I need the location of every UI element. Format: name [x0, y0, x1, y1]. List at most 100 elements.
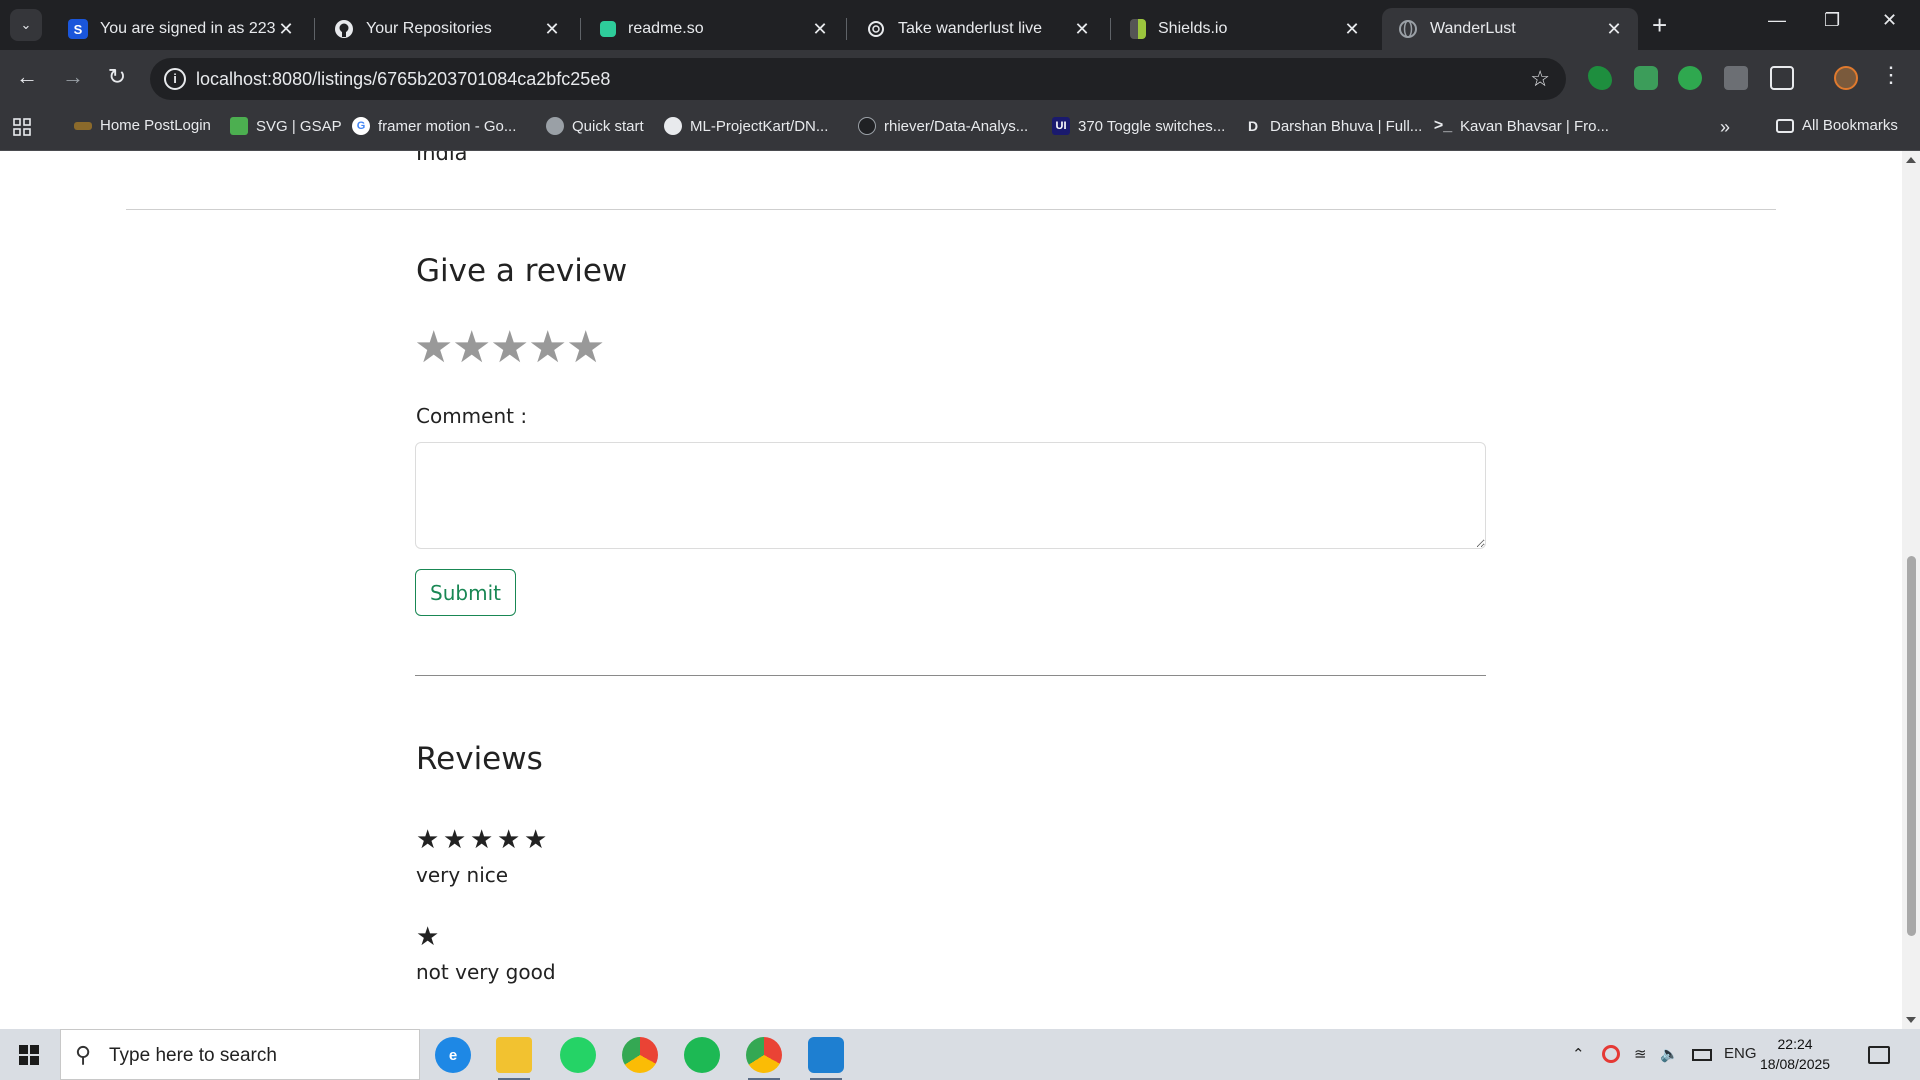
close-icon[interactable]: ✕	[1072, 19, 1092, 40]
bookmark-label: Darshan Bhuva | Full...	[1270, 117, 1423, 135]
review-rating: ★ ★ ★ ★ ★	[416, 827, 551, 853]
globe-icon	[1398, 19, 1418, 39]
all-bookmarks-folder[interactable]: All Bookmarks	[1776, 117, 1898, 134]
comment-textarea[interactable]	[415, 442, 1486, 549]
restore-icon[interactable]: ❐	[1824, 10, 1840, 31]
more-bookmarks-icon[interactable]: »	[1720, 117, 1730, 138]
bookmark-svg-gsap[interactable]: SVG | GSAP	[230, 117, 342, 135]
reload-icon[interactable]: ↻	[102, 64, 132, 90]
apps-grid-icon[interactable]	[12, 117, 32, 137]
bookmark-label: Kavan Bhavsar | Fro...	[1460, 117, 1609, 135]
chrome-icon[interactable]	[622, 1037, 658, 1073]
tab-signed-in[interactable]: S You are signed in as 22311 ✕	[52, 8, 310, 50]
close-icon[interactable]: ✕	[810, 19, 830, 40]
tab-your-repositories[interactable]: Your Repositories ✕	[318, 8, 576, 50]
close-window-icon[interactable]: ✕	[1882, 10, 1897, 31]
minimize-icon[interactable]: —	[1768, 10, 1786, 31]
star-icon[interactable]: ★	[566, 326, 605, 370]
star-icon[interactable]: ★	[490, 326, 529, 370]
spotify-icon[interactable]	[684, 1037, 720, 1073]
new-tab-button[interactable]: +	[1652, 12, 1667, 38]
tab-shields-io[interactable]: Shields.io ✕	[1114, 8, 1376, 50]
bookmark-quick-start[interactable]: Quick start	[546, 117, 644, 135]
all-bookmarks-label: All Bookmarks	[1802, 117, 1898, 134]
star-icon[interactable]: ★	[528, 326, 567, 370]
windows-start-icon[interactable]	[19, 1045, 39, 1065]
chrome-profile-icon[interactable]	[746, 1037, 782, 1080]
wifi-icon[interactable]: ≊	[1634, 1045, 1647, 1063]
s-favicon-icon: S	[68, 19, 88, 39]
tab-title: Your Repositories	[366, 20, 492, 37]
folder-icon	[1776, 118, 1794, 133]
tray-chevron-up-icon[interactable]: ⌃	[1572, 1045, 1585, 1063]
bookmark-ml-projectkart[interactable]: ML-ProjectKart/DN...	[664, 117, 828, 135]
tab-title: Shields.io	[1158, 20, 1228, 37]
menu-kebab-icon[interactable]: ⋮	[1880, 62, 1902, 87]
tab-divider	[314, 18, 315, 40]
address-bar[interactable]: i localhost:8080/listings/6765b203701084…	[150, 58, 1566, 100]
tab-search-button[interactable]: ⌄	[10, 9, 42, 41]
star-filled-icon: ★	[416, 922, 440, 952]
bookmark-darshan[interactable]: D Darshan Bhuva | Full...	[1244, 117, 1422, 135]
bookmark-rhiever[interactable]: rhiever/Data-Analys...	[858, 117, 1028, 135]
submit-button[interactable]: Submit	[415, 569, 516, 616]
edge-icon[interactable]: e	[435, 1037, 471, 1073]
page-scrollbar[interactable]	[1902, 151, 1920, 1029]
notifications-icon[interactable]	[1868, 1046, 1890, 1064]
robot-extension-icon[interactable]	[1678, 66, 1702, 90]
close-icon[interactable]: ✕	[542, 19, 562, 40]
forward-arrow-icon[interactable]: →	[58, 64, 88, 90]
review-rating: ★	[416, 924, 556, 950]
url-text[interactable]: localhost:8080/listings/6765b203701084ca…	[196, 69, 610, 90]
translate-extension-icon[interactable]	[1724, 66, 1748, 90]
system-clock[interactable]: 22:24 18/08/2025	[1760, 1034, 1830, 1074]
scroll-up-arrow-icon[interactable]	[1906, 157, 1916, 163]
tab-title: Take wanderlust live	[898, 20, 1043, 37]
search-placeholder: Type here to search	[109, 1045, 277, 1066]
star-filled-icon: ★	[443, 825, 467, 855]
taskbar-search[interactable]: ⚲ Type here to search	[60, 1029, 420, 1080]
star-icon[interactable]: ★	[414, 326, 453, 370]
browser-toolbar: ← → ↻ i localhost:8080/listings/6765b203…	[0, 50, 1920, 108]
scrollbar-thumb[interactable]	[1907, 556, 1916, 936]
puzzle-extensions-icon[interactable]	[1770, 66, 1794, 90]
close-icon[interactable]: ✕	[1342, 19, 1362, 40]
close-icon[interactable]: ✕	[276, 19, 296, 40]
bookmark-kavan[interactable]: >_ Kavan Bhavsar | Fro...	[1434, 117, 1609, 135]
star-icon[interactable]: ★	[452, 326, 491, 370]
search-icon: ⚲	[75, 1042, 92, 1067]
readme-icon	[600, 21, 616, 37]
tab-readme-so[interactable]: readme.so ✕	[584, 8, 844, 50]
site-info-icon[interactable]: i	[164, 68, 186, 90]
vscode-icon[interactable]	[808, 1037, 844, 1080]
bookmark-label: 370 Toggle switches...	[1078, 117, 1226, 135]
scroll-down-arrow-icon[interactable]	[1906, 1017, 1916, 1023]
extension-icon[interactable]	[1634, 66, 1658, 90]
bookmark-label: Home PostLogin	[100, 117, 211, 134]
language-indicator[interactable]: ENG	[1724, 1045, 1757, 1062]
globe-icon	[546, 117, 564, 135]
tab-wanderlust[interactable]: WanderLust ✕	[1382, 8, 1638, 50]
review-comment: not very good	[416, 960, 556, 984]
bookmark-framer-motion[interactable]: G framer motion - Go...	[352, 117, 516, 135]
rating-input[interactable]: ★ ★ ★ ★ ★	[414, 326, 605, 370]
bookmark-star-icon[interactable]: ☆	[1530, 66, 1550, 92]
star-filled-icon: ★	[470, 825, 494, 855]
profile-avatar[interactable]	[1834, 66, 1858, 90]
back-arrow-icon[interactable]: ←	[12, 64, 42, 90]
battery-icon[interactable]	[1692, 1049, 1712, 1061]
gsap-icon	[230, 117, 248, 135]
tab-take-wanderlust-live[interactable]: Take wanderlust live ✕	[850, 8, 1106, 50]
volume-icon[interactable]: 🔈	[1660, 1045, 1679, 1063]
review-comment: very nice	[416, 863, 509, 887]
whatsapp-icon[interactable]	[560, 1037, 596, 1073]
reviews-heading: Reviews	[416, 741, 543, 777]
opera-icon[interactable]	[1602, 1045, 1620, 1063]
bookmark-toggle-switches[interactable]: UI 370 Toggle switches...	[1052, 117, 1225, 135]
section-divider	[126, 209, 1776, 210]
page-content: India Give a review ★ ★ ★ ★ ★ Comment : …	[0, 151, 1902, 1029]
file-explorer-icon[interactable]	[496, 1037, 532, 1080]
close-icon[interactable]: ✕	[1604, 19, 1624, 40]
review-form-heading: Give a review	[416, 253, 628, 289]
bookmark-home-postlogin[interactable]: Home PostLogin	[74, 117, 211, 134]
